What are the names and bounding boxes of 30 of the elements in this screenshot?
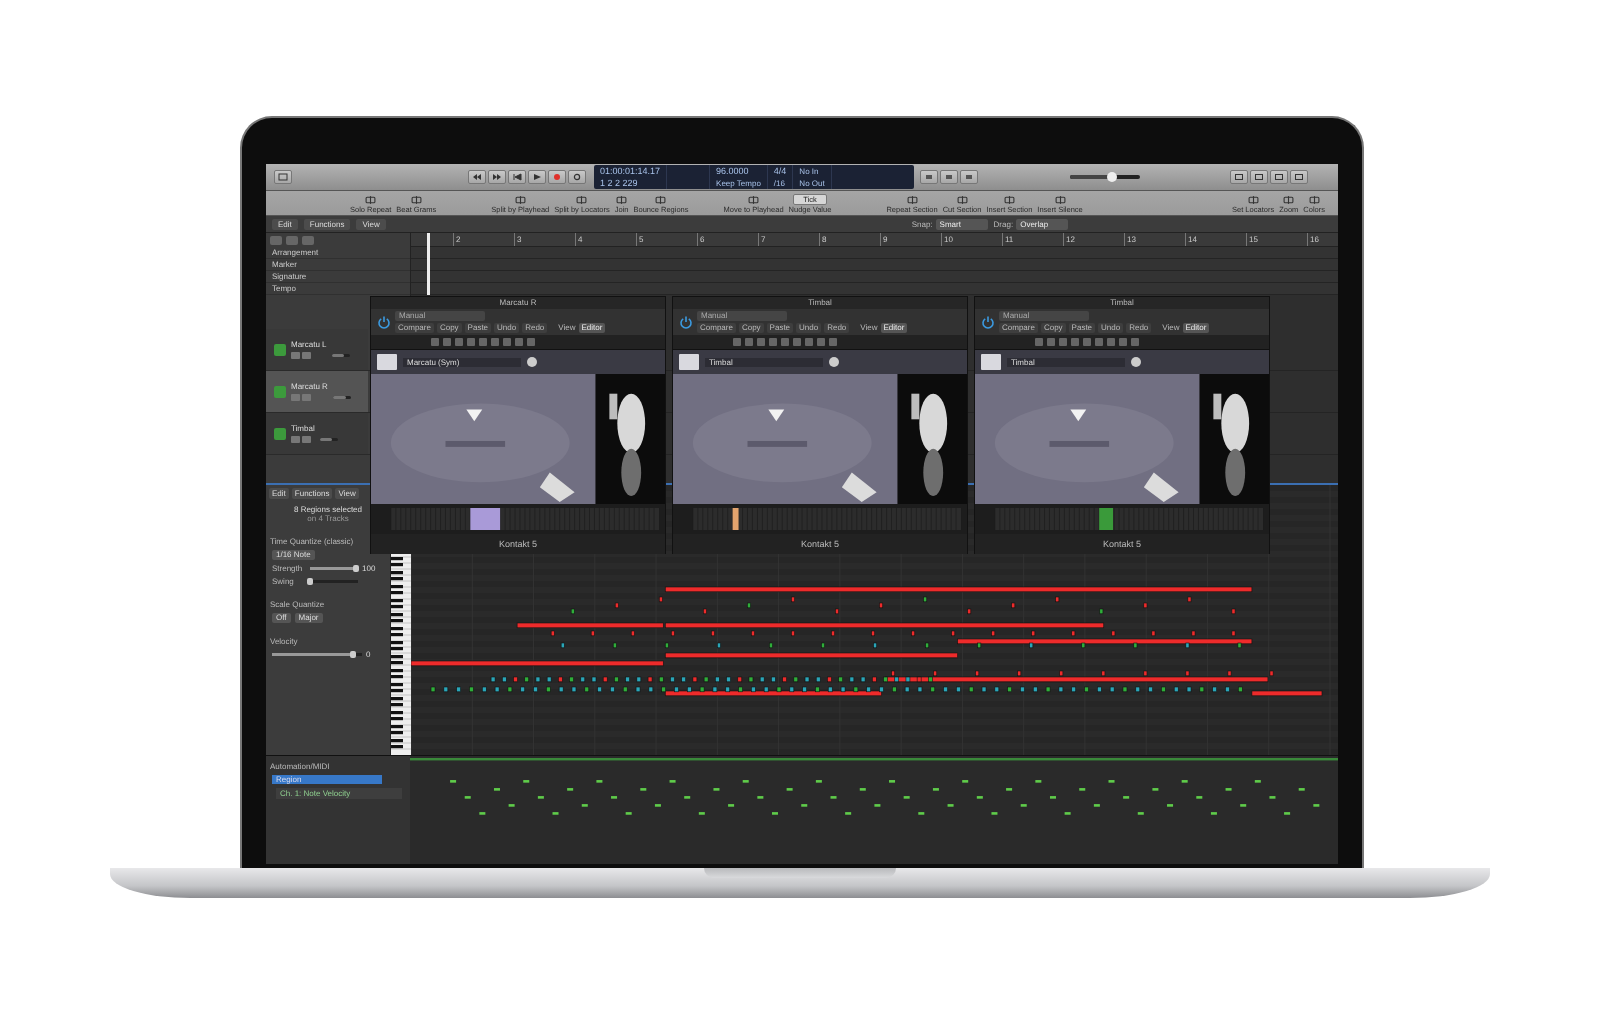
tune-knob[interactable] <box>527 357 537 367</box>
power-icon[interactable] <box>377 315 391 329</box>
instrument-logo-icon <box>981 354 1001 370</box>
instrument-icon <box>274 343 286 356</box>
rewind-icon <box>472 173 482 181</box>
play-button[interactable] <box>528 170 546 184</box>
power-icon[interactable] <box>981 315 995 329</box>
loop-browser-button[interactable] <box>1270 170 1288 184</box>
instrument-logo-icon <box>679 354 699 370</box>
instrument-icon <box>274 427 286 440</box>
metronome-button[interactable] <box>940 170 958 184</box>
library-button[interactable] <box>274 170 292 184</box>
go-to-start-button[interactable] <box>508 170 526 184</box>
fast-forward-button[interactable] <box>488 170 506 184</box>
list-editor-button[interactable] <box>1230 170 1248 184</box>
tune-knob[interactable] <box>1131 357 1141 367</box>
power-icon[interactable] <box>679 315 693 329</box>
browser-button[interactable] <box>1290 170 1308 184</box>
skip-back-icon <box>512 173 522 181</box>
cycle-button[interactable] <box>568 170 586 184</box>
fast-forward-icon <box>492 173 502 181</box>
record-icon <box>552 173 562 181</box>
instrument-icon <box>274 385 286 398</box>
play-icon <box>532 173 542 181</box>
count-in-button[interactable] <box>960 170 978 184</box>
tuner-button[interactable] <box>920 170 938 184</box>
tune-knob[interactable] <box>829 357 839 367</box>
rewind-button[interactable] <box>468 170 486 184</box>
note-pad-button[interactable] <box>1250 170 1268 184</box>
instrument-logo-icon <box>377 354 397 370</box>
